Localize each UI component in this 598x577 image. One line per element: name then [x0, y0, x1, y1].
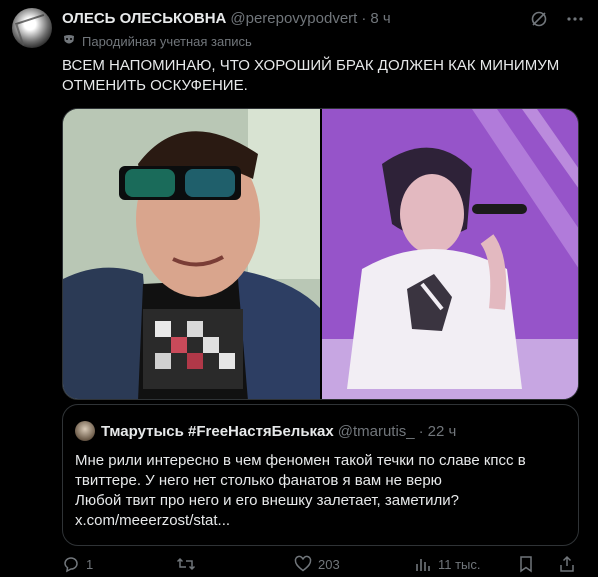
views-count: 11 тыс.: [438, 556, 481, 572]
bookmark-button[interactable]: [518, 554, 534, 574]
parody-label-text: Пародийная учетная запись: [82, 34, 252, 49]
tweet-text-line: ВСЕМ НАПОМИНАЮ, ЧТО ХОРОШИЙ БРАК ДОЛЖЕН …: [62, 57, 560, 74]
share-icon: [558, 555, 576, 573]
retweet-icon: [176, 555, 196, 573]
quoted-tweet-text: Мне рили интересно в чем феномен такой т…: [75, 451, 565, 531]
quoted-tweet-header: Тмарутысь #FreeНастяБельках @tmarutis_ ·…: [75, 421, 456, 441]
media-photo-left[interactable]: [63, 109, 320, 399]
parody-mask-icon: [62, 33, 76, 50]
quoted-display-name: Тмарутысь #FreeНастяБельках: [101, 422, 334, 440]
like-button[interactable]: 203: [294, 554, 340, 574]
quoted-avatar: [75, 421, 95, 441]
quoted-timestamp: 22 ч: [427, 422, 457, 440]
separator-dot: ·: [418, 422, 424, 440]
more-icon[interactable]: [564, 8, 586, 30]
media-grid: [62, 108, 579, 400]
bookmark-icon: [518, 555, 534, 573]
grok-icon[interactable]: [528, 8, 550, 30]
views-icon: [414, 555, 432, 573]
user-handle[interactable]: @perepovypodvert: [230, 10, 357, 27]
parody-label: Пародийная учетная запись: [62, 33, 252, 50]
separator-dot: ·: [361, 9, 367, 27]
quoted-link[interactable]: x.com/meeerzost/stat...: [75, 511, 565, 531]
quoted-tweet[interactable]: Тмарутысь #FreeНастяБельках @tmarutis_ ·…: [62, 404, 579, 546]
reply-count: 1: [86, 556, 94, 572]
like-count: 203: [318, 556, 340, 572]
views-button[interactable]: 11 тыс.: [414, 554, 481, 574]
retweet-button[interactable]: [176, 554, 202, 574]
avatar[interactable]: [12, 8, 52, 48]
quoted-text-line: Любой твит про него и его внешку залетае…: [75, 492, 459, 509]
media-photo-right[interactable]: [321, 109, 578, 399]
quoted-text-line: Мне рили интересно в чем феномен такой т…: [75, 452, 526, 469]
reply-icon: [62, 555, 80, 573]
share-button[interactable]: [558, 554, 576, 574]
quoted-handle: @tmarutis_: [337, 422, 415, 440]
timestamp[interactable]: 8 ч: [370, 10, 390, 27]
tweet-text: ВСЕМ НАПОМИНАЮ, ЧТО ХОРОШИЙ БРАК ДОЛЖЕН …: [62, 56, 582, 96]
quoted-text-line: твиттере. У него нет столько фанатов я в…: [75, 472, 442, 489]
reply-button[interactable]: 1: [62, 554, 93, 574]
tweet-header: ОЛЕСЬ ОЛЕСЬКОВНА @perepovypodvert · 8 ч: [62, 8, 391, 28]
like-icon: [294, 555, 312, 573]
tweet[interactable]: ОЛЕСЬ ОЛЕСЬКОВНА @perepovypodvert · 8 ч …: [0, 0, 598, 577]
display-name[interactable]: ОЛЕСЬ ОЛЕСЬКОВНА: [62, 10, 226, 27]
tweet-text-line: ОТМЕНИТЬ ОСКУФЕНИЕ.: [62, 77, 248, 94]
header-actions: [528, 8, 586, 30]
action-bar: 1 203 11 тыс.: [62, 554, 579, 574]
